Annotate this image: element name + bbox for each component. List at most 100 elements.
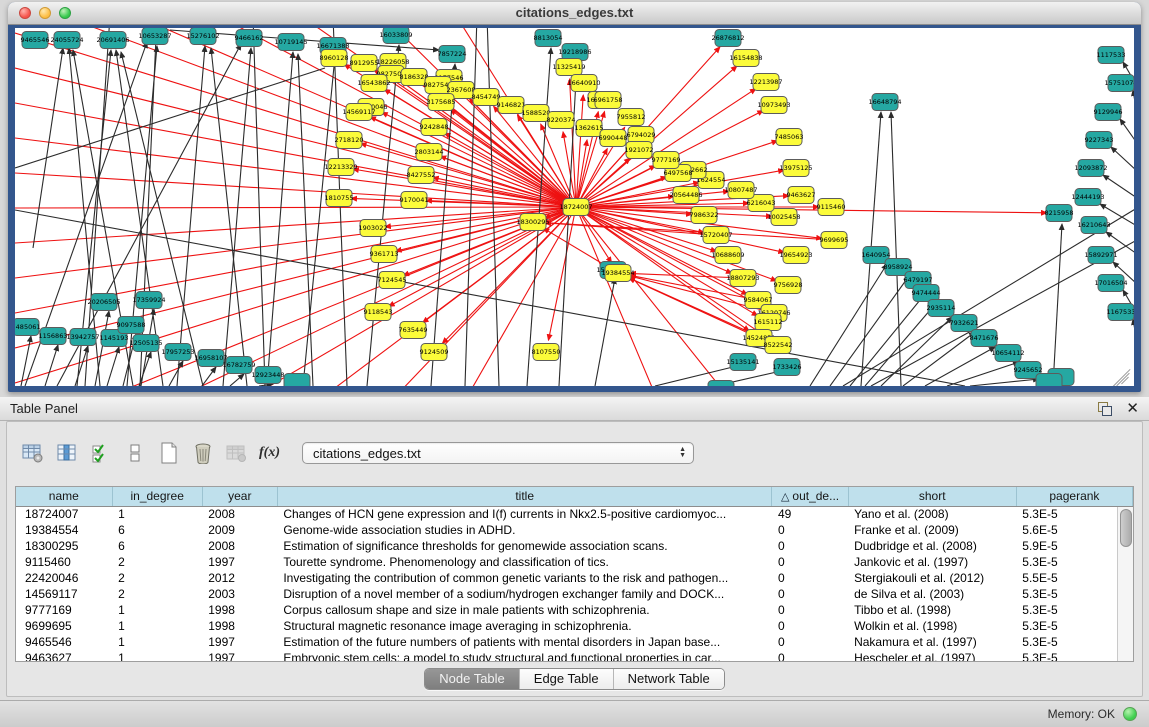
- graph-node[interactable]: 17359924: [132, 292, 165, 309]
- graph-node[interactable]: 9245092: [707, 381, 736, 387]
- close-panel-button[interactable]: ✕: [1126, 402, 1139, 416]
- graph-node[interactable]: 9699695: [820, 232, 849, 249]
- graph-node[interactable]: 1921072: [625, 142, 654, 159]
- graph-node[interactable]: 9474444: [912, 285, 941, 302]
- graph-node[interactable]: 8912955: [350, 55, 379, 72]
- graph-node[interactable]: 17957253: [161, 344, 194, 361]
- graph-node[interactable]: 26876812: [711, 30, 744, 47]
- graph-node[interactable]: 16543862: [357, 75, 390, 92]
- table-row[interactable]: 1938455462009Genome-wide association stu…: [16, 522, 1133, 538]
- network-canvas-svg[interactable]: 9465546240557242069140610653287152761029…: [15, 28, 1134, 386]
- graph-node[interactable]: 9170041: [400, 192, 429, 209]
- column-header-title[interactable]: title: [277, 487, 772, 506]
- table-row[interactable]: 1872400712008Changes of HCN gene express…: [16, 506, 1133, 522]
- close-window-button[interactable]: [19, 7, 31, 19]
- table-row[interactable]: 1456911722003Disruption of a novel membe…: [16, 586, 1133, 602]
- resize-grip-icon[interactable]: [1110, 362, 1132, 384]
- graph-node[interactable]: 6990448: [599, 130, 628, 147]
- graph-node[interactable]: 8107550: [532, 344, 561, 361]
- column-header-year[interactable]: year: [202, 487, 277, 506]
- graph-node[interactable]: 6961758: [594, 92, 623, 109]
- graph-node[interactable]: [284, 374, 310, 387]
- graph-node[interactable]: 16033809: [379, 28, 412, 44]
- graph-node[interactable]: 18300295: [516, 214, 549, 231]
- delete-column-button[interactable]: [191, 441, 215, 465]
- graph-node[interactable]: 9129946: [1094, 104, 1123, 121]
- graph-node[interactable]: 20564486: [669, 187, 702, 204]
- graph-node[interactable]: 19654923: [779, 247, 812, 264]
- graph-node[interactable]: 3175685: [427, 94, 456, 111]
- graph-node[interactable]: 8471676: [970, 330, 999, 347]
- graph-node[interactable]: 8427552: [407, 167, 436, 184]
- table-row[interactable]: 2242004622012Investigating the contribut…: [16, 570, 1133, 586]
- graph-node[interactable]: 7955812: [617, 109, 646, 126]
- graph-node[interactable]: 10688609: [711, 247, 744, 264]
- tab-edge-table[interactable]: Edge Table: [520, 669, 614, 689]
- table-settings-button[interactable]: [21, 441, 45, 465]
- graph-node[interactable]: 12213987: [749, 74, 782, 91]
- graph-node[interactable]: 1903022: [359, 220, 388, 237]
- graph-node[interactable]: 9242848: [420, 119, 449, 136]
- network-window-titlebar[interactable]: citations_edges.txt: [8, 2, 1141, 25]
- tab-node-table[interactable]: Node Table: [425, 669, 520, 689]
- graph-node[interactable]: 10807487: [724, 182, 757, 199]
- graph-node[interactable]: 8215958: [1045, 205, 1074, 222]
- graph-node[interactable]: 9361713: [370, 246, 399, 263]
- graph-node[interactable]: 10973493: [757, 97, 790, 114]
- graph-node[interactable]: 10654112: [991, 345, 1024, 362]
- graph-node[interactable]: [1036, 374, 1062, 387]
- function-builder-button[interactable]: f(x): [259, 445, 280, 461]
- table-row[interactable]: 946362711997Embryonic stem cells: a mode…: [16, 650, 1133, 662]
- show-columns-button[interactable]: [55, 441, 79, 465]
- graph-node[interactable]: 13975125: [779, 160, 812, 177]
- table-selector-dropdown[interactable]: citations_edges.txt ▲ ▼: [302, 442, 694, 464]
- create-column-button[interactable]: [157, 441, 181, 465]
- graph-node[interactable]: 11325419: [552, 59, 585, 76]
- column-header-short[interactable]: short: [848, 487, 1016, 506]
- graph-node[interactable]: 12093872: [1074, 160, 1107, 177]
- graph-node[interactable]: 12444193: [1071, 189, 1104, 206]
- network-canvas[interactable]: 9465546240557242069140610653287152761029…: [15, 28, 1134, 386]
- graph-node[interactable]: 15751074: [1104, 75, 1134, 92]
- graph-node[interactable]: 17016504: [1094, 275, 1127, 292]
- scrollbar-thumb[interactable]: [1120, 509, 1132, 547]
- graph-node[interactable]: 1156863: [39, 328, 68, 345]
- memory-status-icon[interactable]: [1123, 707, 1137, 721]
- graph-node[interactable]: 7986322: [690, 207, 719, 224]
- graph-node[interactable]: 18724007: [559, 199, 592, 216]
- graph-node[interactable]: 6794029: [627, 127, 656, 144]
- graph-node[interactable]: 9097588: [117, 317, 146, 334]
- graph-node[interactable]: 20206505: [87, 294, 120, 311]
- minimize-window-button[interactable]: [39, 7, 51, 19]
- graph-node[interactable]: 8522542: [764, 337, 793, 354]
- table-row[interactable]: 946554611997Estimation of the future num…: [16, 634, 1133, 650]
- graph-node[interactable]: 7124545: [378, 272, 407, 289]
- graph-node[interactable]: 2803144: [415, 144, 444, 161]
- graph-node[interactable]: 9466162: [235, 30, 264, 47]
- select-rows-button[interactable]: [89, 441, 113, 465]
- graph-node[interactable]: 10719145: [274, 34, 307, 51]
- graph-node[interactable]: 20691406: [96, 32, 129, 49]
- graph-node[interactable]: 9227343: [1085, 132, 1114, 149]
- graph-node[interactable]: 1117533: [1097, 47, 1126, 64]
- graph-node[interactable]: 16154838: [729, 50, 762, 67]
- table-vertical-scrollbar[interactable]: [1117, 507, 1133, 661]
- graph-node[interactable]: 7857224: [438, 46, 467, 63]
- graph-node[interactable]: 16210643: [1077, 217, 1110, 234]
- column-header-pagerank[interactable]: pagerank: [1016, 487, 1132, 506]
- table-row[interactable]: 911546021997Tourette syndrome. Phenomeno…: [16, 554, 1133, 570]
- row-height-button[interactable]: [123, 441, 147, 465]
- graph-node[interactable]: 9115460: [817, 199, 846, 216]
- graph-node[interactable]: 1615112: [754, 314, 783, 331]
- graph-node[interactable]: 9124509: [420, 344, 449, 361]
- graph-node[interactable]: 1810755: [325, 190, 354, 207]
- graph-node[interactable]: 8220374: [547, 112, 576, 129]
- column-header-out_de[interactable]: △out_de...: [772, 487, 848, 506]
- graph-node[interactable]: 1733426: [773, 359, 802, 376]
- graph-node[interactable]: 12505135: [129, 335, 162, 352]
- graph-node[interactable]: 24055724: [50, 32, 83, 49]
- table-row[interactable]: 977716911998Corpus callosum shape and si…: [16, 602, 1133, 618]
- table-row[interactable]: 1830029562008Estimation of significance …: [16, 538, 1133, 554]
- graph-node[interactable]: 16640910: [567, 75, 600, 92]
- graph-node[interactable]: 1167533: [1107, 304, 1134, 321]
